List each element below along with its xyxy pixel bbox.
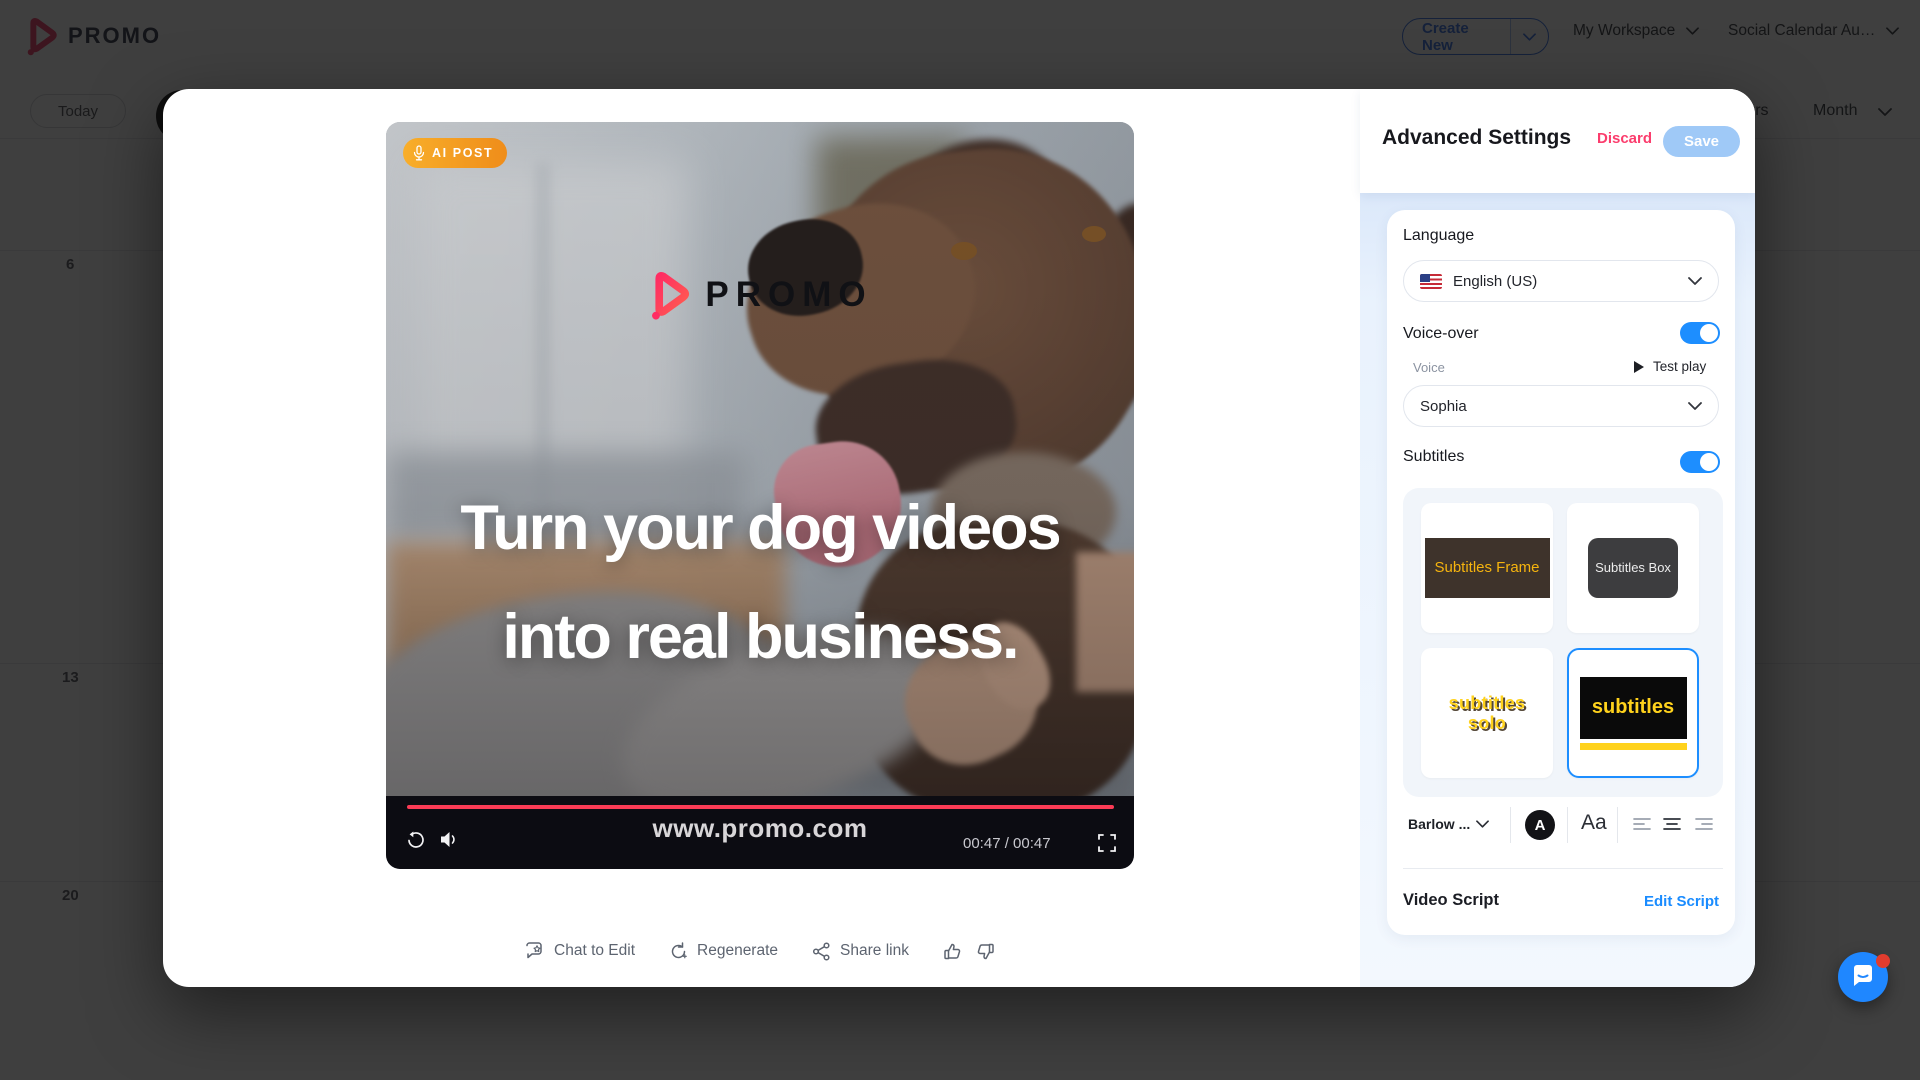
subtitle-font-toolbar: Barlow ... A Aa [1387, 803, 1735, 847]
font-family-dropdown[interactable]: Barlow ... [1408, 816, 1470, 832]
ai-post-label: AI POST [432, 146, 493, 160]
headline-line2: into real business. [386, 583, 1134, 692]
video-preview[interactable]: AI POST PROMO Turn your dog videos into … [386, 122, 1134, 869]
voiceover-label: Voice-over [1403, 325, 1479, 343]
voiceover-toggle[interactable] [1680, 322, 1720, 344]
subtitle-style-frame-preview: Subtitles Frame [1425, 538, 1550, 598]
watermark-text: PROMO [705, 275, 872, 315]
subtitle-style-solo[interactable]: subtitles solo [1421, 648, 1553, 778]
share-link-button[interactable]: Share link [812, 942, 909, 961]
subtitle-underline-bar [1580, 743, 1687, 750]
align-right-button[interactable] [1695, 816, 1713, 832]
headline-line1: Turn your dog videos [386, 474, 1134, 583]
discard-button[interactable]: Discard [1597, 130, 1652, 147]
ai-post-badge: AI POST [403, 138, 507, 168]
subtitle-styles-grid: Subtitles Frame Subtitles Box subtitles … [1403, 488, 1723, 797]
toolbar-divider [1567, 807, 1568, 843]
test-play-label: Test play [1653, 359, 1706, 374]
align-center-button[interactable] [1663, 816, 1681, 832]
language-select[interactable]: English (US) [1403, 260, 1719, 302]
chevron-down-icon[interactable] [1476, 820, 1489, 828]
subtitle-style-solo-preview: subtitles solo [1432, 693, 1542, 733]
align-left-button[interactable] [1633, 816, 1651, 832]
settings-card: Language English (US) Voice-over Voice T… [1387, 210, 1735, 935]
subtitle-style-box[interactable]: Subtitles Box [1567, 503, 1699, 633]
fullscreen-button[interactable] [1098, 834, 1116, 852]
share-icon [812, 942, 831, 961]
regenerate-button[interactable]: Regenerate [669, 942, 778, 961]
toolbar-divider [1510, 807, 1511, 843]
regenerate-icon [669, 942, 688, 961]
thumbs-up-icon[interactable] [943, 942, 962, 961]
photo-darken-overlay [386, 122, 1134, 796]
ai-post-preview-modal: AI POST PROMO Turn your dog videos into … [163, 89, 1755, 987]
video-headline: Turn your dog videos into real business. [386, 474, 1134, 692]
us-flag-icon [1420, 274, 1442, 289]
voice-select[interactable]: Sophia [1403, 385, 1719, 427]
chat-edit-icon [525, 942, 545, 961]
subtitle-style-selected[interactable]: subtitles [1567, 648, 1699, 778]
notification-dot [1876, 954, 1890, 968]
subtitle-style-frame[interactable]: Subtitles Frame [1421, 503, 1553, 633]
subtitle-style-selected-preview: subtitles [1580, 677, 1687, 739]
voice-label: Voice [1413, 360, 1445, 375]
toolbar-divider [1617, 807, 1618, 843]
feedback-buttons [943, 942, 995, 961]
promo-watermark: PROMO [386, 270, 1134, 320]
video-controls-bar: www.promo.com 00:47 / 00:47 [386, 796, 1134, 869]
regenerate-label: Regenerate [697, 942, 778, 960]
voice-value: Sophia [1420, 398, 1467, 415]
section-divider [1403, 868, 1723, 869]
chat-to-edit-label: Chat to Edit [554, 942, 635, 960]
share-link-label: Share link [840, 942, 909, 960]
app-root: PROMO Create New My Workspace Social Cal… [0, 0, 1920, 1080]
panel-body: Language English (US) Voice-over Voice T… [1360, 193, 1755, 987]
chat-bubble-icon [1850, 965, 1876, 989]
font-color-button[interactable]: A [1525, 810, 1555, 840]
chat-to-edit-button[interactable]: Chat to Edit [525, 942, 635, 961]
progress-bar[interactable] [407, 805, 1114, 809]
video-script-label: Video Script [1403, 891, 1499, 910]
chevron-down-icon [1688, 277, 1702, 285]
save-button[interactable]: Save [1663, 126, 1740, 157]
dog-video-frame [386, 122, 1134, 796]
subtitle-style-box-preview: Subtitles Box [1588, 538, 1678, 598]
microphone-icon [413, 145, 425, 161]
language-value: English (US) [1453, 273, 1537, 290]
subtitles-toggle[interactable] [1680, 451, 1720, 473]
panel-title: Advanced Settings [1382, 126, 1571, 150]
video-action-row: Chat to Edit Regenerate Share link [386, 929, 1134, 973]
subtitles-label: Subtitles [1403, 448, 1464, 466]
edit-script-link[interactable]: Edit Script [1639, 893, 1719, 910]
promo-play-icon [647, 270, 691, 320]
play-icon [1634, 361, 1644, 373]
advanced-settings-panel: Language English (US) Voice-over Voice T… [1360, 89, 1755, 987]
font-size-button[interactable]: Aa [1581, 811, 1607, 835]
test-play-button[interactable]: Test play [1634, 359, 1706, 374]
time-display: 00:47 / 00:47 [963, 835, 1059, 852]
language-label: Language [1403, 227, 1474, 245]
panel-header: Advanced Settings Discard Save [1360, 89, 1755, 193]
chevron-down-icon [1688, 402, 1702, 410]
thumbs-down-icon[interactable] [976, 942, 995, 961]
